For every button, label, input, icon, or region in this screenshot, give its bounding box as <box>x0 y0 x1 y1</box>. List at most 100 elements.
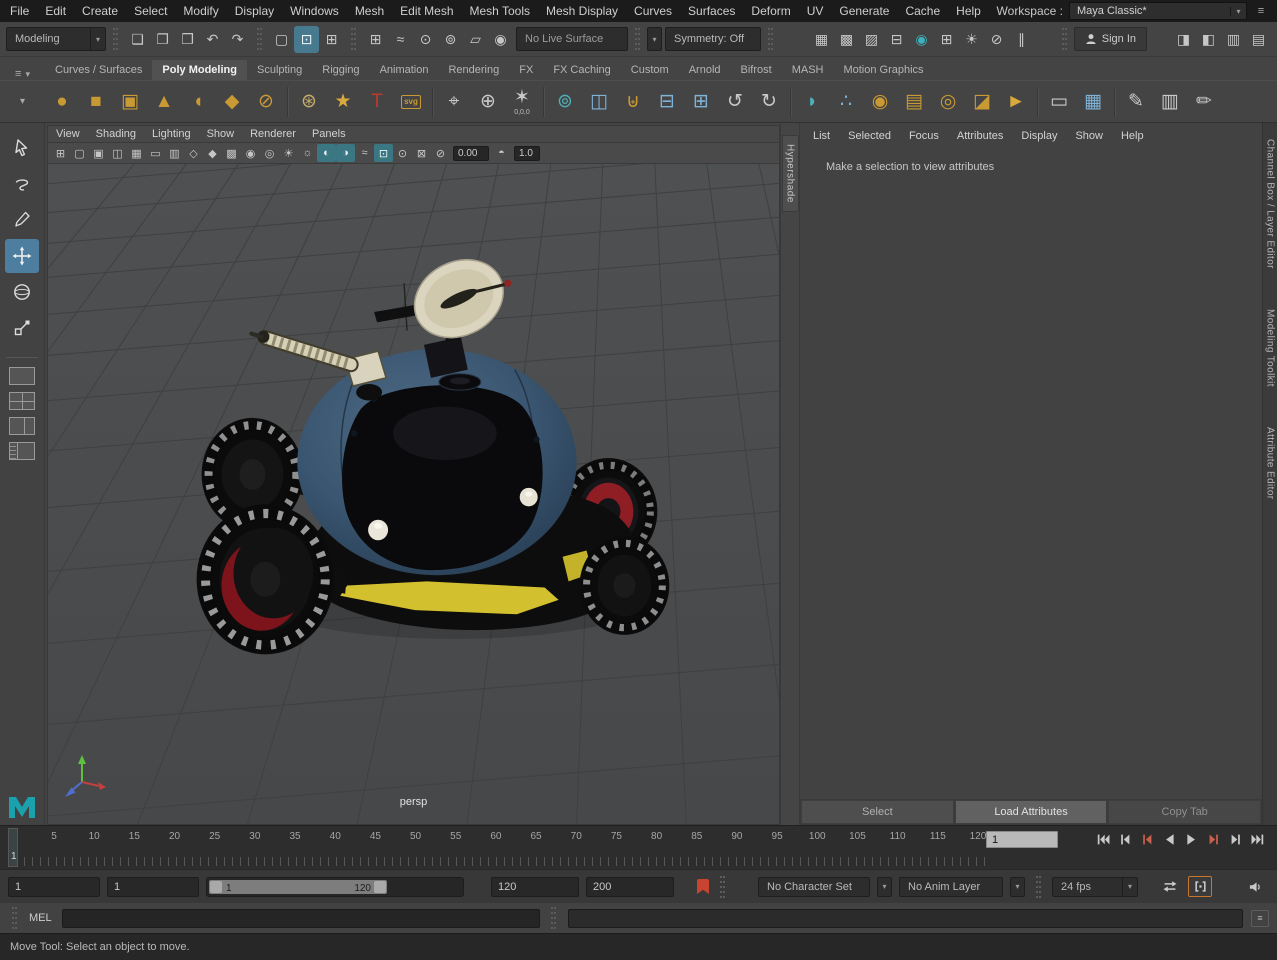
command-input[interactable] <box>62 909 540 928</box>
super-shape-icon[interactable]: ★ <box>326 82 360 122</box>
shadows-icon[interactable]: ◐ <box>317 144 336 162</box>
menu-item[interactable]: Cache <box>897 0 948 22</box>
viewport-menu-item[interactable]: Renderer <box>242 128 304 140</box>
gate-mask-icon[interactable]: ◫ <box>108 144 127 162</box>
bookmark-icon[interactable] <box>697 879 709 894</box>
make-live-icon[interactable]: ◉ <box>488 26 513 53</box>
grid-toggle-icon[interactable]: ⊞ <box>51 144 70 162</box>
menu-item[interactable]: Curves <box>626 0 680 22</box>
go-to-start-button[interactable] <box>1093 830 1113 849</box>
shelf-tab[interactable]: MASH <box>782 60 834 80</box>
right-panel-tab[interactable]: Attribute Editor <box>1265 427 1276 500</box>
shelf-separator[interactable] <box>539 82 548 122</box>
isolate-select-icon[interactable]: ⊙ <box>393 144 412 162</box>
all-lights-icon[interactable]: ☼ <box>298 144 317 162</box>
step-forward-button[interactable] <box>1225 830 1245 849</box>
toggle-tool-settings-icon[interactable]: ◧ <box>1196 26 1221 53</box>
viewport-canvas[interactable]: persp <box>47 164 780 825</box>
toggle-channel-box-icon[interactable]: ▥ <box>1221 26 1246 53</box>
gamma-field[interactable]: 1.0 <box>514 146 540 161</box>
attribute-editor-menu-item[interactable]: List <box>804 130 839 142</box>
menuset-dropdown[interactable]: Modeling ▾ <box>6 27 106 51</box>
animation-start-field[interactable]: 1 <box>8 877 100 897</box>
boolean-union-icon[interactable]: ⊎ <box>616 82 650 122</box>
sync-playback-icon[interactable] <box>1272 876 1277 897</box>
menu-item[interactable]: Edit <box>37 0 74 22</box>
toolbar-grip[interactable] <box>256 26 263 52</box>
smooth-shade-icon[interactable]: ◆ <box>203 144 222 162</box>
sign-in-button[interactable]: Sign In <box>1074 27 1147 51</box>
play-backwards-button[interactable] <box>1159 830 1179 849</box>
snap-grid-icon[interactable]: ⊞ <box>363 26 388 53</box>
poly-torus-icon[interactable]: ◖ <box>181 82 215 122</box>
clamp-playback-icon[interactable] <box>1188 876 1212 897</box>
playback-end-field[interactable]: 120 <box>491 877 579 897</box>
poly-cube-bevel-icon[interactable]: ▣ <box>113 82 147 122</box>
attribute-editor-button[interactable]: Load Attributes <box>955 800 1108 824</box>
shelf-tab[interactable]: Custom <box>621 60 679 80</box>
mute-audio-icon[interactable] <box>1243 876 1265 897</box>
textured-icon[interactable]: ▩ <box>222 144 241 162</box>
svg-tool-icon[interactable]: svg <box>394 82 428 122</box>
ambient-occlusion-icon[interactable]: ◑ <box>336 144 355 162</box>
timeline-ticks[interactable] <box>8 857 985 866</box>
reduce-icon[interactable]: ▤ <box>897 82 931 122</box>
attribute-editor-menu-item[interactable]: Selected <box>839 130 900 142</box>
safe-action-icon[interactable]: ▭ <box>146 144 165 162</box>
fps-dropdown[interactable]: 24 fps ▾ <box>1052 877 1138 897</box>
viewport-menu-item[interactable]: Lighting <box>144 128 199 140</box>
resolution-gate-icon[interactable]: ▣ <box>89 144 108 162</box>
snap-view-plane-icon[interactable]: ▱ <box>463 26 488 53</box>
anim-layer-dropdown[interactable]: No Anim Layer <box>899 877 1003 897</box>
layout-four-pane-button[interactable] <box>9 392 35 410</box>
layout-outliner-persp-button[interactable] <box>9 442 35 460</box>
wireframe-on-shaded-icon[interactable]: ◎ <box>260 144 279 162</box>
range-start-handle[interactable] <box>210 881 222 893</box>
toolbar-grip[interactable] <box>550 905 557 931</box>
character-set-dropdown[interactable]: No Character Set <box>758 877 870 897</box>
toolbar-grip[interactable] <box>1035 874 1042 900</box>
safe-title-icon[interactable]: ▥ <box>165 144 184 162</box>
workspace-menu-icon[interactable]: ≡ <box>1251 2 1271 20</box>
command-response[interactable] <box>568 909 1243 928</box>
command-language-toggle[interactable]: MEL <box>29 912 52 924</box>
character-set-arrow[interactable]: ▾ <box>877 877 892 897</box>
boolean-intersection-icon[interactable]: ⊞ <box>684 82 718 122</box>
range-end-handle[interactable] <box>374 881 386 893</box>
set-to-origin-icon[interactable]: ⊕ <box>471 82 505 122</box>
default-lighting-icon[interactable]: ☀ <box>279 144 298 162</box>
shelf-separator[interactable] <box>1033 82 1042 122</box>
motion-blur-icon[interactable]: ≈ <box>355 144 374 162</box>
shelf-separator[interactable] <box>1110 82 1119 122</box>
menu-item[interactable]: Mesh Display <box>538 0 626 22</box>
shelf-separator[interactable] <box>283 82 292 122</box>
previous-key-button[interactable] <box>1137 830 1157 849</box>
playback-start-field[interactable]: 1 <box>107 877 199 897</box>
bevel-icon[interactable]: ↺ <box>718 82 752 122</box>
toggle-display-icon[interactable]: ⊘ <box>984 26 1009 53</box>
attribute-editor-menu-item[interactable]: Display <box>1012 130 1066 142</box>
menu-item[interactable]: Generate <box>831 0 897 22</box>
shelf-tab[interactable]: Arnold <box>679 60 731 80</box>
snap-curve-icon[interactable]: ≈ <box>388 26 413 53</box>
shelf-menu-icon[interactable]: ≡ <box>15 68 21 80</box>
zero-pivot-icon[interactable]: ✶ 0,0,0 <box>505 82 539 122</box>
scale-tool[interactable] <box>5 311 39 345</box>
menu-item[interactable]: Surfaces <box>680 0 743 22</box>
select-component-icon[interactable]: ⊞ <box>319 26 344 53</box>
toggle-outliner-icon[interactable]: ▤ <box>1246 26 1271 53</box>
joint-xray-icon[interactable]: ⊘ <box>431 144 450 162</box>
combine-icon[interactable]: ⊚ <box>548 82 582 122</box>
move-tool[interactable] <box>5 239 39 273</box>
xray-icon[interactable]: ⊠ <box>412 144 431 162</box>
undo-icon[interactable]: ↶ <box>200 26 225 53</box>
menu-item[interactable]: Create <box>74 0 126 22</box>
shelf-tab[interactable]: Rendering <box>438 60 509 80</box>
smooth-proxy-icon[interactable]: ◎ <box>931 82 965 122</box>
triangulate-icon[interactable]: ◪ <box>965 82 999 122</box>
rotate-tool[interactable] <box>5 275 39 309</box>
new-scene-icon[interactable]: ❏ <box>125 26 150 53</box>
symmetry-options-dropdown[interactable]: ▾ <box>647 27 662 51</box>
use-default-material-icon[interactable]: ◉ <box>241 144 260 162</box>
menu-item[interactable]: Help <box>948 0 989 22</box>
